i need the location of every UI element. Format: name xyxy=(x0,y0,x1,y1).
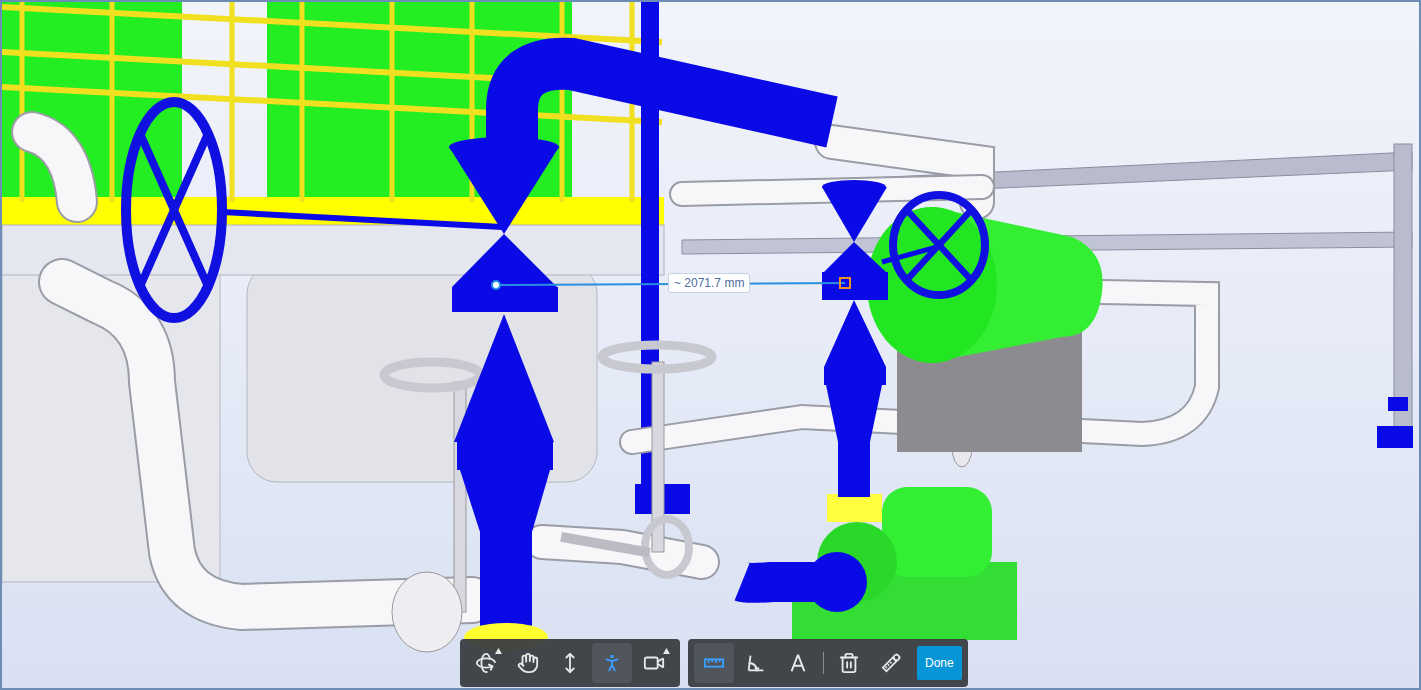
menu-arrow-icon xyxy=(663,648,670,654)
menu-arrow-icon xyxy=(495,648,502,654)
delete-button[interactable] xyxy=(829,643,869,683)
navigation-group xyxy=(460,639,680,687)
orbit-icon xyxy=(475,652,497,674)
pan-button[interactable] xyxy=(508,643,548,683)
zoom-icon xyxy=(559,652,581,674)
model-scene[interactable] xyxy=(2,2,1421,690)
zoom-button[interactable] xyxy=(550,643,590,683)
done-button[interactable]: Done xyxy=(917,646,962,680)
area-icon xyxy=(787,652,809,674)
angle-button[interactable] xyxy=(736,643,776,683)
separator xyxy=(823,652,824,674)
handwheel xyxy=(893,195,985,295)
pump xyxy=(792,487,1017,640)
firstperson-button[interactable] xyxy=(592,643,632,683)
delete-icon xyxy=(838,652,860,674)
settings-button[interactable] xyxy=(871,643,911,683)
viewer: ~ 2071.7 mm Done xyxy=(0,0,1421,690)
orbit-button[interactable] xyxy=(466,643,506,683)
white-pipes xyxy=(32,132,1207,607)
pan-icon xyxy=(517,652,539,674)
firstperson-icon xyxy=(601,652,623,674)
area-button[interactable] xyxy=(778,643,818,683)
blue-pipes xyxy=(222,64,937,612)
handwheel xyxy=(126,102,222,318)
measure-group: Done xyxy=(688,639,968,687)
distance-button[interactable] xyxy=(694,643,734,683)
distance-icon xyxy=(703,652,725,674)
valve xyxy=(449,137,559,651)
camera-icon xyxy=(643,652,665,674)
toolbar: Done xyxy=(460,639,968,687)
valve xyxy=(822,180,888,497)
tank xyxy=(247,264,597,482)
angle-icon xyxy=(745,652,767,674)
measurement-label: ~ 2071.7 mm xyxy=(668,273,750,293)
settings-icon xyxy=(880,652,902,674)
camera-button[interactable] xyxy=(634,643,674,683)
